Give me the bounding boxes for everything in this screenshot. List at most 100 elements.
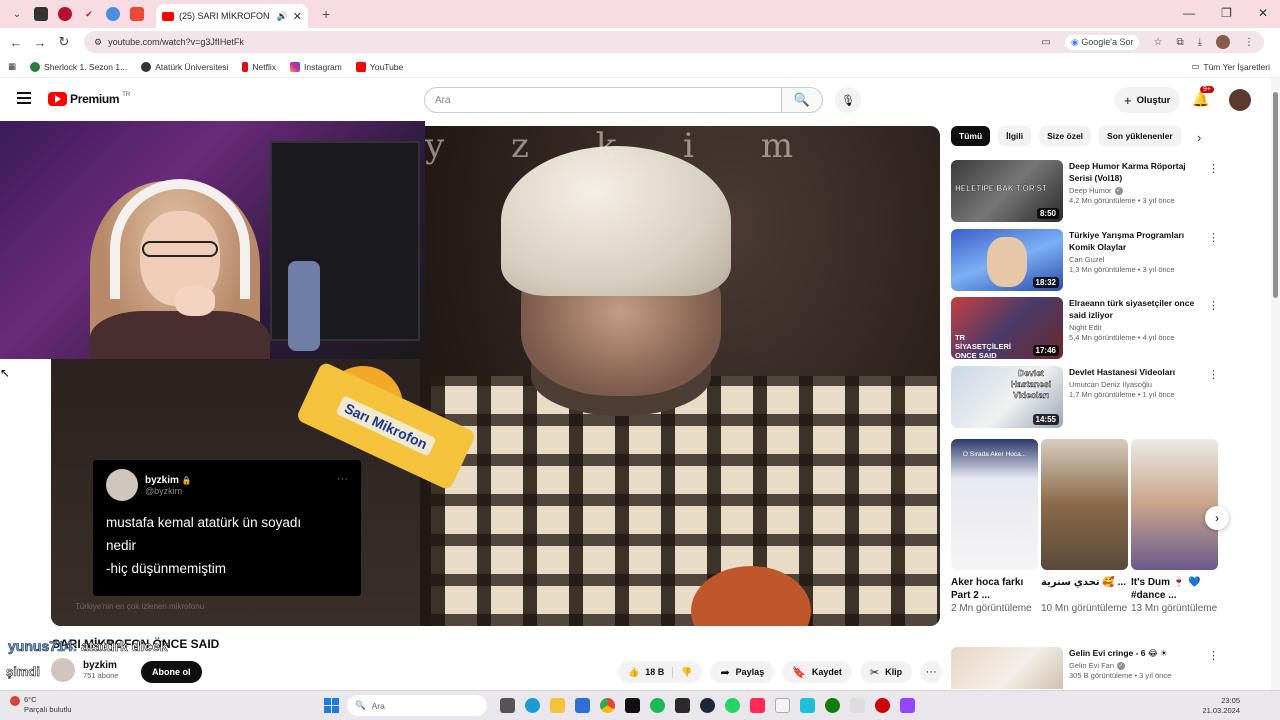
notifications-button[interactable]: 🔔 9+ bbox=[1192, 86, 1214, 108]
apps-grid-icon[interactable]: ▦ bbox=[8, 61, 16, 72]
youtube-premium-logo[interactable]: Premium TR bbox=[48, 92, 130, 106]
bookmark-netflix[interactable]: Netflix bbox=[242, 61, 276, 72]
minimize-icon[interactable]: — bbox=[1183, 6, 1195, 20]
chip-for-you[interactable]: Size özel bbox=[1039, 126, 1092, 146]
short-thumbnail[interactable] bbox=[1131, 439, 1218, 570]
file-explorer-icon[interactable] bbox=[550, 698, 565, 713]
voice-search-button[interactable]: 🎙 bbox=[835, 87, 861, 113]
chip-recent[interactable]: Son yüklenenler bbox=[1099, 126, 1181, 146]
document-icon[interactable] bbox=[850, 698, 865, 713]
short-thumbnail[interactable]: O Sırada Aker Hoca... bbox=[951, 439, 1038, 570]
shorts-next-arrow-icon[interactable]: › bbox=[1205, 506, 1229, 530]
video-thumbnail[interactable] bbox=[951, 647, 1063, 689]
create-button[interactable]: + Oluştur bbox=[1114, 87, 1181, 113]
whatsapp-icon[interactable] bbox=[725, 698, 740, 713]
recommendation-item[interactable]: Gelin Evi cringe - 6 😂 ☀ Gelin Evi Fan ✓ … bbox=[951, 647, 1221, 689]
task-view-icon[interactable] bbox=[500, 698, 515, 713]
recommendation-item[interactable]: HELETİPE BAK T'ÖR'ST 8:50 Deep Humor Kar… bbox=[951, 160, 1221, 224]
short-title[interactable]: It's Dum 🍷 💙 #dance ... bbox=[1131, 576, 1218, 602]
tab-favicon-5[interactable] bbox=[130, 7, 144, 21]
kebab-menu-icon[interactable]: ⋮ bbox=[1208, 368, 1219, 381]
scrollbar-thumb[interactable] bbox=[1273, 92, 1278, 298]
clip-button[interactable]: ✂ Klip bbox=[859, 661, 913, 683]
search-input[interactable]: Ara bbox=[424, 87, 782, 113]
tab-audio-icon[interactable]: 🔊 bbox=[277, 11, 288, 22]
bookmark-youtube[interactable]: YouTube bbox=[355, 61, 403, 72]
downloads-icon[interactable]: ⤓ bbox=[1198, 37, 1202, 48]
kebab-menu-icon[interactable]: ⋮ bbox=[1208, 231, 1219, 244]
cast-icon[interactable]: ▭ bbox=[1041, 37, 1050, 48]
bookmark-ataturk-uni[interactable]: Atatürk Üniversitesi bbox=[141, 61, 228, 72]
tab-search-icon[interactable]: ⌄ bbox=[10, 7, 24, 21]
short-title[interactable]: Aker hoca farkı Part 2 ... bbox=[951, 576, 1038, 602]
tab-favicon-3[interactable]: ✔ bbox=[82, 7, 96, 21]
save-button[interactable]: 🔖 Kaydet bbox=[782, 661, 852, 683]
recommendation-title[interactable]: Devlet Hastanesi Videoları bbox=[1069, 366, 1205, 378]
kebab-menu-icon[interactable]: ⋮ bbox=[1208, 649, 1219, 662]
bookmark-sherlock[interactable]: Sherlock 1. Sezon 1... bbox=[30, 61, 127, 72]
video-thumbnail[interactable]: TR SİYASETÇİLERİ ONCE SAID 17:46 bbox=[951, 297, 1063, 359]
capcut-icon[interactable] bbox=[800, 698, 815, 713]
steam-icon[interactable] bbox=[700, 698, 715, 713]
site-info-icon[interactable]: ⚙ bbox=[94, 37, 102, 48]
forward-icon[interactable]: → bbox=[32, 35, 48, 50]
recording-icon[interactable] bbox=[875, 698, 890, 713]
xbox-icon[interactable] bbox=[825, 698, 840, 713]
bookmark-star-icon[interactable]: ☆ bbox=[1153, 37, 1162, 48]
page-scrollbar[interactable] bbox=[1271, 78, 1280, 690]
spotify-icon[interactable] bbox=[650, 698, 665, 713]
short-thumbnail[interactable] bbox=[1041, 439, 1128, 570]
chips-next-icon[interactable]: › bbox=[1197, 130, 1201, 145]
system-clock[interactable]: 23:05 21.03.2024 bbox=[1202, 696, 1240, 716]
chrome-icon[interactable] bbox=[600, 698, 615, 713]
recommendation-title[interactable]: Elraeann türk siyasetçiler once said izl… bbox=[1069, 297, 1205, 321]
windows-start-icon[interactable] bbox=[324, 698, 339, 713]
recommendation-channel[interactable]: Gelin Evi Fan bbox=[1069, 661, 1114, 670]
short-item[interactable]: It's Dum 🍷 💙 #dance ... 13 Mn görüntülem… bbox=[1131, 439, 1218, 615]
tiktok-icon[interactable] bbox=[625, 698, 640, 713]
reload-icon[interactable]: ↻ bbox=[56, 34, 72, 50]
kebab-menu-icon[interactable]: ⋮ bbox=[1208, 299, 1219, 312]
tab-favicon-4[interactable] bbox=[106, 7, 120, 21]
channel-avatar[interactable] bbox=[51, 658, 75, 682]
video-thumbnail[interactable]: 18:32 bbox=[951, 229, 1063, 291]
bookmark-instagram[interactable]: Instagram bbox=[290, 61, 342, 72]
url-text[interactable]: youtube.com/watch?v=g3JfIHetFk bbox=[108, 37, 1041, 47]
profile-avatar[interactable] bbox=[1216, 35, 1230, 49]
restore-icon[interactable]: ❐ bbox=[1221, 6, 1232, 20]
video-thumbnail[interactable]: HELETİPE BAK T'ÖR'ST 8:50 bbox=[951, 160, 1063, 222]
subscribe-button[interactable]: Abone ol bbox=[141, 661, 202, 683]
recommendation-title[interactable]: Deep Humor Karma Röportaj Serisi (Vol18) bbox=[1069, 160, 1205, 184]
tiktok-icon-2[interactable] bbox=[750, 698, 765, 713]
recommendation-item[interactable]: TR SİYASETÇİLERİ ONCE SAID 17:46 Elraean… bbox=[951, 297, 1221, 361]
tab-favicon-1[interactable] bbox=[34, 7, 48, 21]
search-button[interactable]: 🔍 bbox=[781, 87, 823, 113]
browser-menu-icon[interactable]: ⋮ bbox=[1244, 37, 1254, 48]
recommendation-channel[interactable]: Deep Humor bbox=[1069, 186, 1112, 195]
store-icon[interactable] bbox=[575, 698, 590, 713]
game-icon[interactable] bbox=[675, 698, 690, 713]
new-tab-button[interactable]: + bbox=[322, 6, 330, 22]
kebab-menu-icon[interactable]: ⋮ bbox=[1208, 162, 1219, 175]
chip-all[interactable]: Tümü bbox=[951, 126, 991, 146]
notepad-icon[interactable] bbox=[775, 698, 790, 713]
share-button[interactable]: ➦ Paylaş bbox=[710, 661, 775, 683]
tab-favicon-2[interactable] bbox=[58, 7, 72, 21]
active-tab[interactable]: (25) SARI MİKROFON ÖNCE 🔊 ✕ bbox=[156, 4, 308, 28]
short-title[interactable]: تحدي سنرية 🥰 ... bbox=[1041, 576, 1128, 602]
chip-related[interactable]: İlgili bbox=[998, 126, 1032, 146]
extensions-icon[interactable]: ⧉ bbox=[1176, 37, 1183, 48]
url-field[interactable]: ⚙ youtube.com/watch?v=g3JfIHetFk ▭ ◉ Goo… bbox=[84, 31, 1264, 53]
weather-widget[interactable]: 6°C Parçalı bulutlu bbox=[10, 695, 72, 715]
taskbar-search[interactable]: 🔍 Ara bbox=[347, 695, 487, 716]
recommendation-item[interactable]: 18:32 Türkiye Yarışma Programları Komik … bbox=[951, 229, 1221, 293]
recommendation-channel[interactable]: Umutcan Deniz İlyasoğlu bbox=[1069, 380, 1152, 389]
all-bookmarks[interactable]: ▭ Tüm Yer İşaretleri bbox=[1191, 61, 1270, 72]
recommendation-title[interactable]: Türkiye Yarışma Programları Komik Olayla… bbox=[1069, 229, 1205, 253]
video-thumbnail[interactable]: Devlet Hastanesi Videoları 14:55 bbox=[951, 366, 1063, 428]
google-search-button[interactable]: ◉ Google'a Sor bbox=[1064, 34, 1140, 50]
dislike-button[interactable]: 👎 bbox=[673, 667, 702, 678]
like-button[interactable]: 👍 18 B bbox=[618, 666, 674, 678]
short-item[interactable]: O Sırada Aker Hoca... Aker hoca farkı Pa… bbox=[951, 439, 1038, 615]
recommendation-title[interactable]: Gelin Evi cringe - 6 😂 ☀ bbox=[1069, 647, 1205, 659]
